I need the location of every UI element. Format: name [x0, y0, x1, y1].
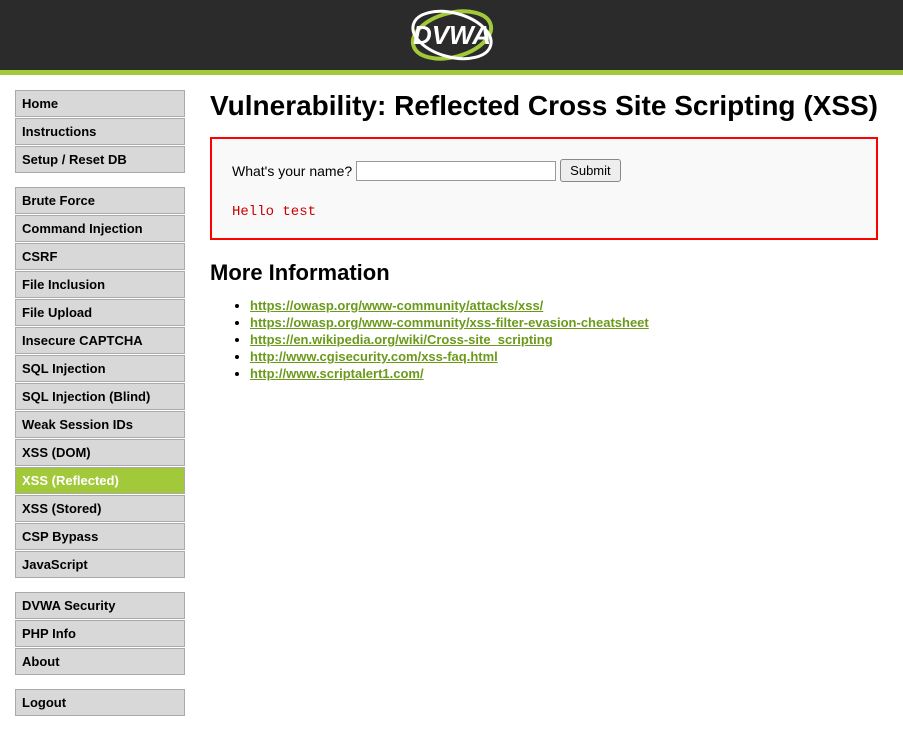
sidebar: HomeInstructionsSetup / Reset DB Brute Fo…: [15, 90, 185, 730]
info-list-item: https://owasp.org/www-community/attacks/…: [250, 298, 878, 313]
name-input[interactable]: [356, 161, 556, 181]
menu-javascript[interactable]: JavaScript: [15, 551, 185, 578]
output-text: Hello test: [232, 204, 856, 220]
info-link-2[interactable]: https://en.wikipedia.org/wiki/Cross-site…: [250, 332, 553, 347]
menu-file-upload[interactable]: File Upload: [15, 299, 185, 326]
menu-group: Logout: [15, 689, 185, 716]
menu-xss-dom[interactable]: XSS (DOM): [15, 439, 185, 466]
menu-xss-reflected[interactable]: XSS (Reflected): [15, 467, 185, 494]
menu-weak-session-ids[interactable]: Weak Session IDs: [15, 411, 185, 438]
info-list: https://owasp.org/www-community/attacks/…: [210, 298, 878, 381]
menu-group: Brute ForceCommand InjectionCSRFFile Inc…: [15, 187, 185, 578]
info-link-3[interactable]: http://www.cgisecurity.com/xss-faq.html: [250, 349, 498, 364]
menu-group: HomeInstructionsSetup / Reset DB: [15, 90, 185, 173]
menu-csrf[interactable]: CSRF: [15, 243, 185, 270]
info-link-0[interactable]: https://owasp.org/www-community/attacks/…: [250, 298, 543, 313]
logo: DVWA: [387, 8, 517, 63]
menu-dvwa-security[interactable]: DVWA Security: [15, 592, 185, 619]
menu-logout[interactable]: Logout: [15, 689, 185, 716]
menu-brute-force[interactable]: Brute Force: [15, 187, 185, 214]
menu-home[interactable]: Home: [15, 90, 185, 117]
info-link-1[interactable]: https://owasp.org/www-community/xss-filt…: [250, 315, 649, 330]
info-link-4[interactable]: http://www.scriptalert1.com/: [250, 366, 424, 381]
vulnerability-form-box: What's your name? Submit Hello test: [210, 137, 878, 240]
info-list-item: https://en.wikipedia.org/wiki/Cross-site…: [250, 332, 878, 347]
menu-insecure-captcha[interactable]: Insecure CAPTCHA: [15, 327, 185, 354]
info-list-item: http://www.cgisecurity.com/xss-faq.html: [250, 349, 878, 364]
menu-setup[interactable]: Setup / Reset DB: [15, 146, 185, 173]
menu-group: DVWA SecurityPHP InfoAbout: [15, 592, 185, 675]
menu-sql-injection-blind[interactable]: SQL Injection (Blind): [15, 383, 185, 410]
header: DVWA: [0, 0, 903, 75]
page-title: Vulnerability: Reflected Cross Site Scri…: [210, 90, 878, 122]
form-row: What's your name? Submit: [232, 159, 856, 182]
submit-button[interactable]: Submit: [560, 159, 620, 182]
container: HomeInstructionsSetup / Reset DB Brute Fo…: [0, 75, 903, 745]
menu-php-info[interactable]: PHP Info: [15, 620, 185, 647]
more-info-title: More Information: [210, 260, 878, 286]
menu-sql-injection[interactable]: SQL Injection: [15, 355, 185, 382]
form-prompt: What's your name?: [232, 163, 352, 179]
info-list-item: https://owasp.org/www-community/xss-filt…: [250, 315, 878, 330]
menu-about[interactable]: About: [15, 648, 185, 675]
content: Vulnerability: Reflected Cross Site Scri…: [210, 90, 888, 730]
menu-command-injection[interactable]: Command Injection: [15, 215, 185, 242]
info-list-item: http://www.scriptalert1.com/: [250, 366, 878, 381]
menu-xss-stored[interactable]: XSS (Stored): [15, 495, 185, 522]
svg-text:DVWA: DVWA: [413, 20, 491, 50]
menu-file-inclusion[interactable]: File Inclusion: [15, 271, 185, 298]
menu-csp-bypass[interactable]: CSP Bypass: [15, 523, 185, 550]
menu-instructions[interactable]: Instructions: [15, 118, 185, 145]
